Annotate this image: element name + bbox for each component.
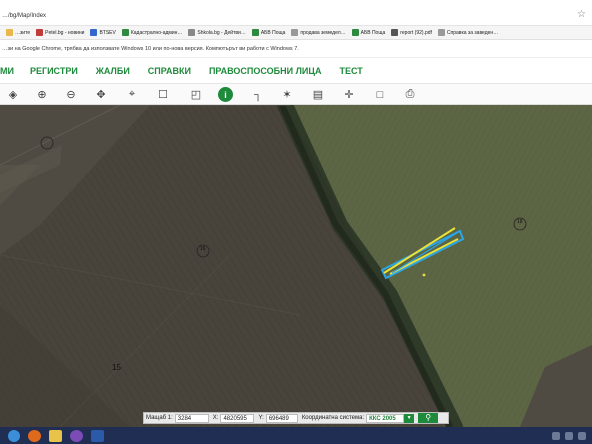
system-tray <box>552 431 586 440</box>
browser-address-bar[interactable]: …/bg/Map/Index ☆ <box>0 0 592 26</box>
bookmark-item[interactable]: продава земедел… <box>291 29 346 36</box>
bookmark-label: Кадастрално-админ… <box>130 29 183 36</box>
bookmark-item[interactable]: Shkola.bg - Дейтви… <box>188 29 246 36</box>
bookmark-item[interactable]: Petel.bg - новини <box>36 29 84 36</box>
parcel-label-15: 15 <box>112 363 121 372</box>
bookmark-item[interactable]: BTSEV <box>90 29 116 36</box>
site-icon <box>291 29 299 36</box>
site-icon <box>36 29 44 36</box>
mail-icon <box>351 29 359 36</box>
site-icon <box>90 29 98 36</box>
site-icon <box>437 29 445 36</box>
bookmark-label: АБВ Поща <box>360 29 386 36</box>
network-tray-icon[interactable] <box>552 431 560 440</box>
coordinate-system-label: Координатна система: <box>301 415 365 421</box>
zoom-in-icon[interactable]: ⊕ <box>33 86 51 103</box>
satellite-map[interactable] <box>0 105 592 427</box>
bookmark-label: АБВ Поща <box>260 29 286 36</box>
bookmark-label: BTSEV <box>99 29 116 36</box>
map-icon[interactable]: ▤ <box>309 86 327 103</box>
word-taskbar-icon[interactable] <box>91 429 104 442</box>
language-tray-icon[interactable] <box>578 431 586 440</box>
measure-area-icon[interactable]: ✶ <box>278 86 296 103</box>
info-icon[interactable]: i <box>218 87 233 102</box>
bookmark-item[interactable]: АБВ Поща <box>351 29 386 36</box>
map-toolbar: ◈ ⊕ ⊖ ✥ ⌖ ☐ ◰ i ┐ ✶ ▤ ✛ □ ⎙ <box>0 84 592 105</box>
menu-item-reports[interactable]: СПРАВКИ <box>148 66 191 76</box>
menu-item-test[interactable]: ТЕСТ <box>339 66 362 76</box>
menu-item-registers[interactable]: РЕГИСТРИ <box>30 66 78 76</box>
menu-item-mi[interactable]: МИ <box>0 66 14 76</box>
parcel-label-18: 18 <box>517 219 523 225</box>
layers-icon[interactable]: ◈ <box>4 86 22 103</box>
select-area-icon[interactable]: ◰ <box>187 86 205 103</box>
zoom-out-icon[interactable]: ⊖ <box>62 86 80 103</box>
file-explorer-taskbar-icon[interactable] <box>49 429 62 442</box>
folder-icon <box>6 29 13 36</box>
pdf-icon <box>391 29 399 36</box>
x-coordinate-label: X: <box>212 415 219 421</box>
firefox-taskbar-icon[interactable] <box>28 429 41 442</box>
bookmark-item[interactable]: Кадастрално-админ… <box>121 29 183 36</box>
scale-label: Мащаб 1: <box>146 415 173 421</box>
map-status-bar: Мащаб 1: 3284 X: 4820595 Y: 696489 Коорд… <box>143 412 449 424</box>
bookmark-label: Petel.bg - новини <box>45 29 85 36</box>
print-icon[interactable]: ⎙ <box>401 86 419 103</box>
compatibility-notice: …зи на Google Chrome, трябва да използва… <box>0 40 592 58</box>
notice-text: …зи на Google Chrome, трябва да използва… <box>2 45 299 52</box>
windows-taskbar <box>0 427 592 444</box>
parcel-centroid-point <box>422 273 426 277</box>
volume-tray-icon[interactable] <box>565 431 573 440</box>
url-text[interactable]: …/bg/Map/Index <box>2 13 46 19</box>
site-icon <box>188 29 196 36</box>
scale-input[interactable]: 3284 <box>174 413 209 423</box>
search-icon[interactable]: ⚲ <box>418 413 439 423</box>
location-pin-icon[interactable]: ⌖ <box>123 86 141 103</box>
bookmark-item[interactable]: report (92).pdf <box>391 29 432 36</box>
main-navigation: МИ РЕГИСТРИ ЖАЛБИ СПРАВКИ ПРАВОСПОСОБНИ ЛИЦА… <box>0 58 592 84</box>
menu-item-legal-entities[interactable]: ПРАВОСПОСОБНИ ЛИЦА <box>209 66 322 76</box>
measure-distance-icon[interactable]: ┐ <box>249 86 267 103</box>
coordinates-icon[interactable]: ✛ <box>340 86 358 103</box>
bookmark-item[interactable]: …зите <box>6 29 30 36</box>
x-coordinate-value: 4820595 <box>220 413 255 423</box>
bookmark-item[interactable]: АБВ Поща <box>251 29 286 36</box>
bookmark-label: Shkola.bg - Дейтви… <box>197 29 246 36</box>
viber-taskbar-icon[interactable] <box>70 429 83 442</box>
bookmark-label: report (92).pdf <box>400 29 432 36</box>
bookmark-label: продава земедел… <box>300 29 346 36</box>
pan-icon[interactable]: ✥ <box>92 86 110 103</box>
parcel-label-16: 16 <box>200 246 206 252</box>
site-icon <box>121 29 129 36</box>
chevron-down-icon[interactable]: ▼ <box>404 413 415 423</box>
bookmark-label: Справка за заведен… <box>446 29 499 36</box>
document-icon[interactable]: □ <box>371 86 389 103</box>
bookmarks-bar: …зите Petel.bg - новини BTSEV Кадастрално-а… <box>0 26 592 40</box>
menu-item-complaints[interactable]: ЖАЛБИ <box>96 66 130 76</box>
map-view[interactable]: 15 16 18 <box>0 105 592 427</box>
y-coordinate-label: Y: <box>258 415 264 421</box>
bookmark-label: …зите <box>15 29 31 36</box>
mail-icon <box>251 29 259 36</box>
select-rectangle-icon[interactable]: ☐ <box>154 86 172 103</box>
bookmark-star-icon[interactable]: ☆ <box>577 9 586 20</box>
bookmark-item[interactable]: Справка за заведен… <box>437 29 499 36</box>
y-coordinate-value: 696489 <box>265 413 298 423</box>
start-button-icon[interactable] <box>8 429 20 442</box>
coordinate-system-select[interactable]: ККС 2005 <box>366 413 405 423</box>
